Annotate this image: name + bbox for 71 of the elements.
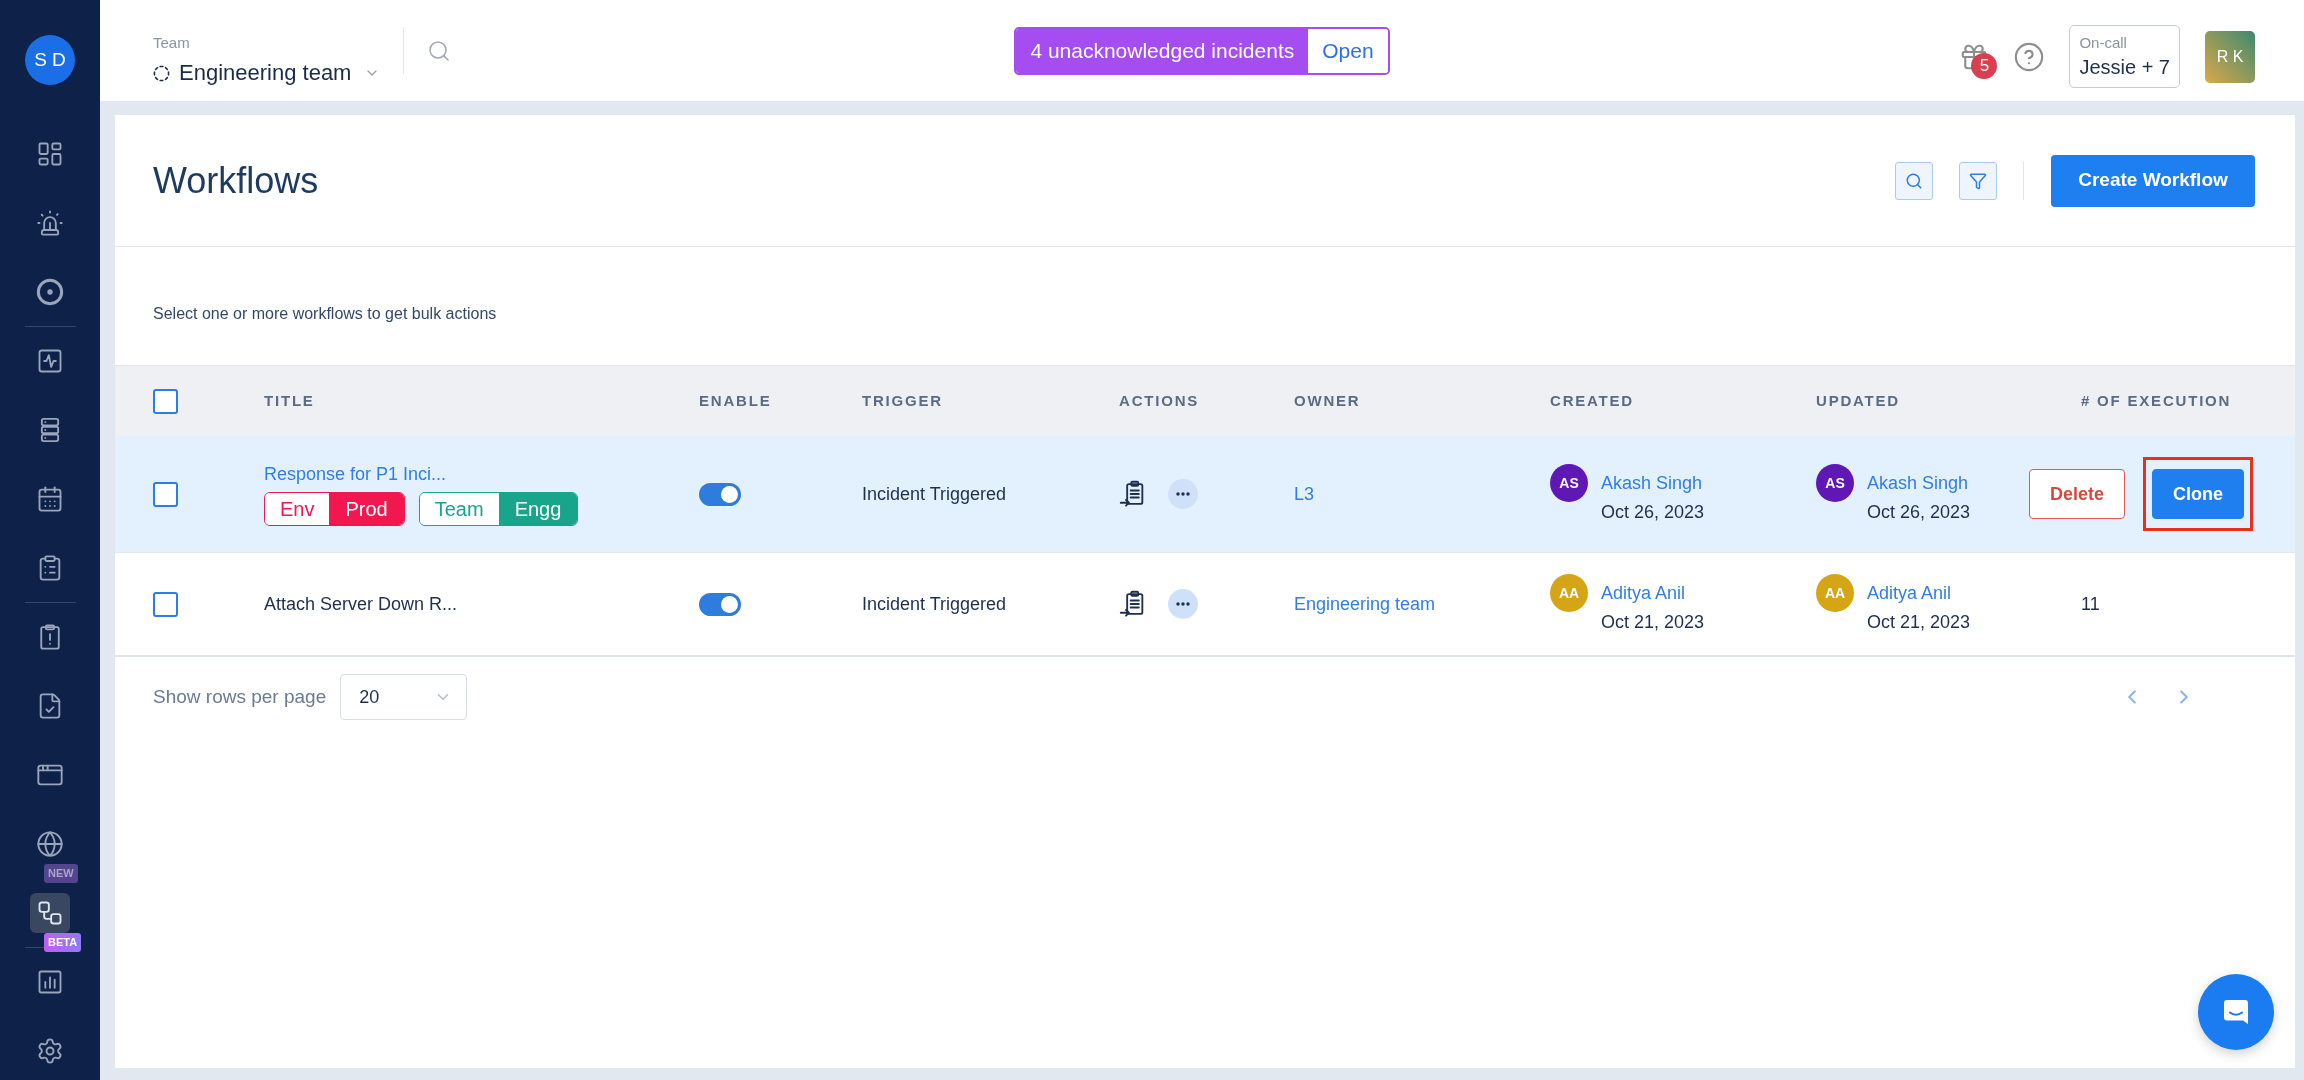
workflow-title[interactable]: Attach Server Down R... <box>264 593 458 615</box>
team-selector[interactable]: Engineering team <box>153 58 381 88</box>
bulk-actions-hint: Select one or more workflows to get bulk actions <box>153 305 497 322</box>
owner-link[interactable]: L3 <box>1294 480 1550 508</box>
user-avatar[interactable]: R K <box>2205 30 2255 83</box>
create-workflow-button[interactable]: Create Workflow <box>2051 154 2255 207</box>
column-header: UPDATED <box>1816 390 1901 411</box>
column-header: CREATED <box>1550 390 1635 411</box>
globe-icon <box>36 830 64 858</box>
on-call-selector[interactable]: On-call Jessie + 7 <box>2069 25 2180 88</box>
settings-icon <box>36 1037 64 1065</box>
sidebar-badge: NEW <box>44 864 78 883</box>
checkbox[interactable] <box>153 388 178 414</box>
execution-count: 11 <box>2080 592 2100 616</box>
owner-link[interactable]: Engineering team <box>1294 590 1550 618</box>
date-text: Oct 26, 2023 <box>1867 501 1971 524</box>
workflow-title[interactable]: Response for P1 Inci... <box>264 462 447 485</box>
column-header: ACTIONS <box>1119 390 1201 411</box>
checkbox[interactable] <box>153 481 178 507</box>
filter-button[interactable] <box>1959 161 1997 200</box>
target-icon <box>36 278 64 306</box>
rows-per-page-label: Show rows per page <box>153 684 327 709</box>
siren-icon <box>36 209 64 237</box>
dashed-circle-icon <box>153 64 170 82</box>
table-row[interactable]: Response for P1 Inci... Env Prod Team Engg Incident Triggered L3 AS Akash Singh Oct 26, 2023 AS Akash Singh Oct 26, 2023 Delete Clone <box>115 436 2295 553</box>
column-header: TITLE <box>264 390 316 411</box>
sidebar-badge: BETA <box>44 933 82 952</box>
rows-per-page-select[interactable]: 20 <box>340 674 468 720</box>
date-text: Oct 26, 2023 <box>1601 501 1705 524</box>
checkbox[interactable] <box>153 591 178 617</box>
filter-icon <box>1969 171 1987 190</box>
more-icon[interactable] <box>1168 589 1198 619</box>
date-text: Oct 21, 2023 <box>1867 611 1971 634</box>
enable-toggle[interactable] <box>699 592 741 616</box>
bar-chart-icon <box>36 968 64 996</box>
user-avatar: AS <box>1550 464 1588 502</box>
user-name-link[interactable]: Akash Singh <box>1867 471 1971 495</box>
user-avatar[interactable]: S D <box>25 35 75 85</box>
tag-value: Prod <box>329 492 404 525</box>
calendar-icon <box>36 485 64 513</box>
tag-key: Env <box>265 492 330 525</box>
column-header: # OF EXECUTION <box>2080 390 2233 411</box>
tag-key: Team <box>419 492 499 525</box>
incidents-message: 4 unacknowledged incidents <box>1016 28 1309 73</box>
row-action-button[interactable]: Delete <box>2029 469 2126 519</box>
page-title: Workflows <box>153 158 319 203</box>
column-header: TRIGGER <box>862 390 944 411</box>
user-avatar: AA <box>1550 574 1588 612</box>
notification-count: 5 <box>1971 52 1998 79</box>
help-icon[interactable] <box>2014 41 2045 72</box>
workflow-icon <box>36 899 64 927</box>
trigger-text: Incident Triggered <box>862 592 1008 616</box>
user-name-link[interactable]: Aditya Anil <box>1867 581 1971 605</box>
sidebar-item[interactable] <box>30 893 70 933</box>
user-avatar: AS <box>1816 464 1854 502</box>
user-name-link[interactable]: Aditya Anil <box>1601 581 1705 605</box>
more-icon[interactable] <box>1168 479 1198 509</box>
dashboard-icon <box>36 140 64 168</box>
user-name-link[interactable]: Akash Singh <box>1601 471 1705 495</box>
search-button[interactable] <box>1895 161 1933 200</box>
team-label: Team <box>153 33 191 53</box>
date-text: Oct 21, 2023 <box>1601 611 1705 634</box>
search-icon <box>1905 171 1923 190</box>
activity-chart-icon <box>36 347 64 375</box>
trigger-text: Incident Triggered <box>862 482 1008 506</box>
tag-value: Engg <box>498 492 578 525</box>
column-header: ENABLE <box>699 390 773 411</box>
column-header: OWNER <box>1294 390 1362 411</box>
row-action-button[interactable]: Clone <box>2152 469 2245 519</box>
enable-toggle[interactable] <box>699 482 741 506</box>
user-avatar: AA <box>1816 574 1854 612</box>
